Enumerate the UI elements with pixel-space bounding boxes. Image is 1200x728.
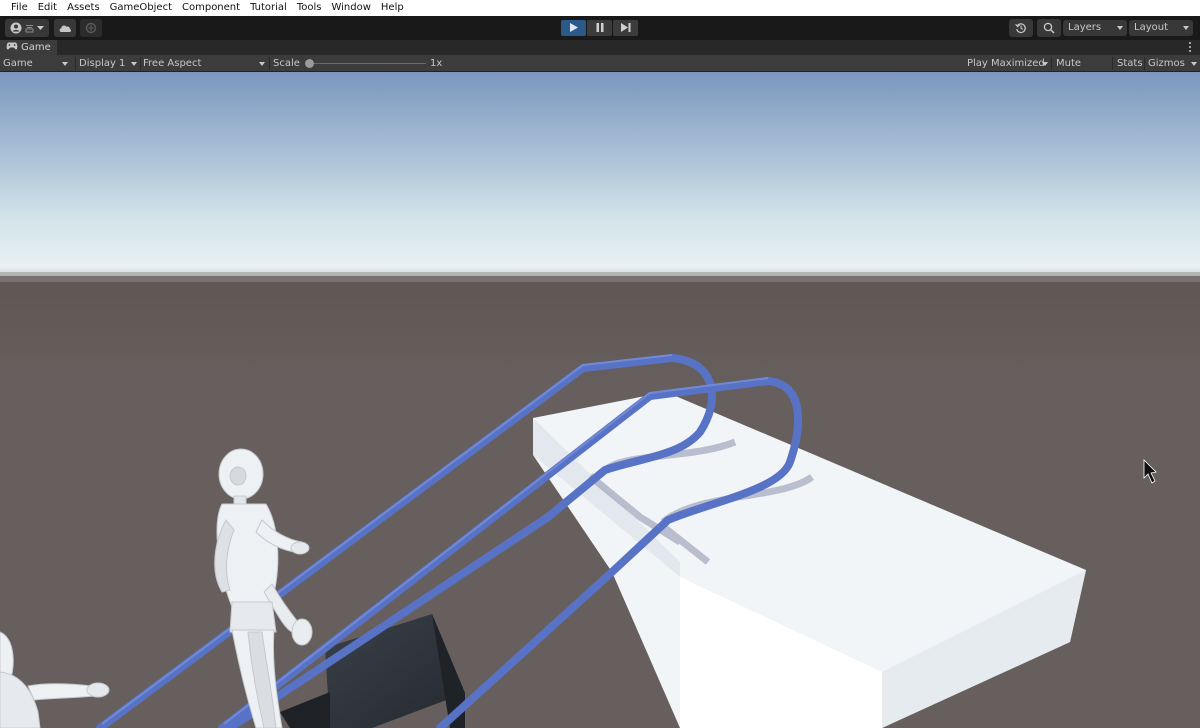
scale-slider-handle[interactable]	[305, 59, 314, 68]
layout-dropdown[interactable]: Layout	[1129, 20, 1193, 36]
pause-icon	[596, 22, 604, 35]
search-button[interactable]	[1037, 19, 1061, 37]
display-label: Display 1	[79, 58, 126, 69]
tab-game[interactable]: Game	[0, 40, 57, 55]
cloud-button[interactable]	[54, 19, 76, 37]
layout-label: Layout	[1134, 22, 1168, 33]
chevron-down-icon	[1183, 26, 1189, 30]
chevron-down-icon	[131, 62, 137, 66]
step-icon	[620, 22, 631, 35]
chevron-down-icon	[62, 62, 68, 66]
display-dropdown[interactable]: Display 1	[76, 55, 140, 72]
view-mode-label: Game	[3, 58, 33, 69]
more-options-icon[interactable]	[1188, 42, 1192, 52]
menu-assets[interactable]: Assets	[62, 0, 105, 16]
play-maximized-label: Play Maximized	[967, 58, 1045, 69]
aspect-dropdown[interactable]: Free Aspect	[140, 55, 268, 72]
account-initials-icon	[25, 24, 34, 33]
menu-edit[interactable]: Edit	[33, 0, 62, 16]
gamepad-icon	[6, 42, 18, 53]
play-button[interactable]	[561, 20, 586, 36]
search-icon	[1043, 22, 1055, 34]
scale-value: 1x	[430, 58, 443, 69]
cloud-icon	[58, 23, 72, 33]
pause-button[interactable]	[587, 20, 612, 36]
account-icon	[10, 22, 22, 34]
play-maximized-dropdown[interactable]: Play Maximized	[964, 55, 1050, 72]
menu-window[interactable]: Window	[326, 0, 375, 16]
sky	[0, 72, 1200, 284]
menu-bar: File Edit Assets GameObject Component Tu…	[0, 0, 1200, 16]
chevron-down-icon	[1117, 26, 1123, 30]
game-scene	[0, 72, 1200, 728]
divider	[1051, 57, 1052, 70]
stats-toggle[interactable]: Stats	[1114, 55, 1144, 72]
aspect-label: Free Aspect	[143, 58, 202, 69]
play-icon	[569, 22, 578, 35]
collab-icon	[85, 22, 97, 34]
step-button[interactable]	[613, 20, 638, 36]
mute-audio-toggle[interactable]: Mute Audio	[1053, 55, 1111, 86]
chevron-down-icon	[1191, 62, 1197, 66]
chevron-down-icon	[37, 25, 44, 31]
layers-dropdown[interactable]: Layers	[1063, 20, 1127, 36]
tab-title: Game	[21, 42, 51, 53]
menu-component[interactable]: Component	[177, 0, 245, 16]
history-icon	[1015, 22, 1027, 34]
game-view-toolbar: Game Display 1 Free Aspect Scale 1x Play…	[0, 55, 1200, 86]
collab-button[interactable]	[80, 19, 102, 37]
gizmos-dropdown[interactable]: Gizmos	[1145, 55, 1200, 72]
scale-slider-track[interactable]	[308, 63, 426, 64]
scale-label: Scale	[273, 58, 300, 69]
layers-label: Layers	[1068, 22, 1102, 33]
main-toolbar: Layers Layout	[0, 16, 1200, 40]
view-mode-dropdown[interactable]: Game	[0, 55, 72, 72]
menu-help[interactable]: Help	[376, 0, 409, 16]
play-controls	[561, 20, 638, 36]
menu-tutorial[interactable]: Tutorial	[245, 0, 292, 16]
tab-bar: Game	[0, 40, 1200, 55]
menu-file[interactable]: File	[6, 0, 33, 16]
chevron-down-icon	[1042, 62, 1048, 66]
account-button[interactable]	[5, 19, 49, 37]
history-button[interactable]	[1009, 19, 1033, 37]
menu-gameobject[interactable]: GameObject	[105, 0, 177, 16]
gizmos-label: Gizmos	[1148, 58, 1185, 69]
chevron-down-icon	[259, 62, 265, 66]
game-viewport[interactable]	[0, 72, 1200, 728]
divider	[1112, 57, 1113, 70]
menu-tools[interactable]: Tools	[292, 0, 327, 16]
